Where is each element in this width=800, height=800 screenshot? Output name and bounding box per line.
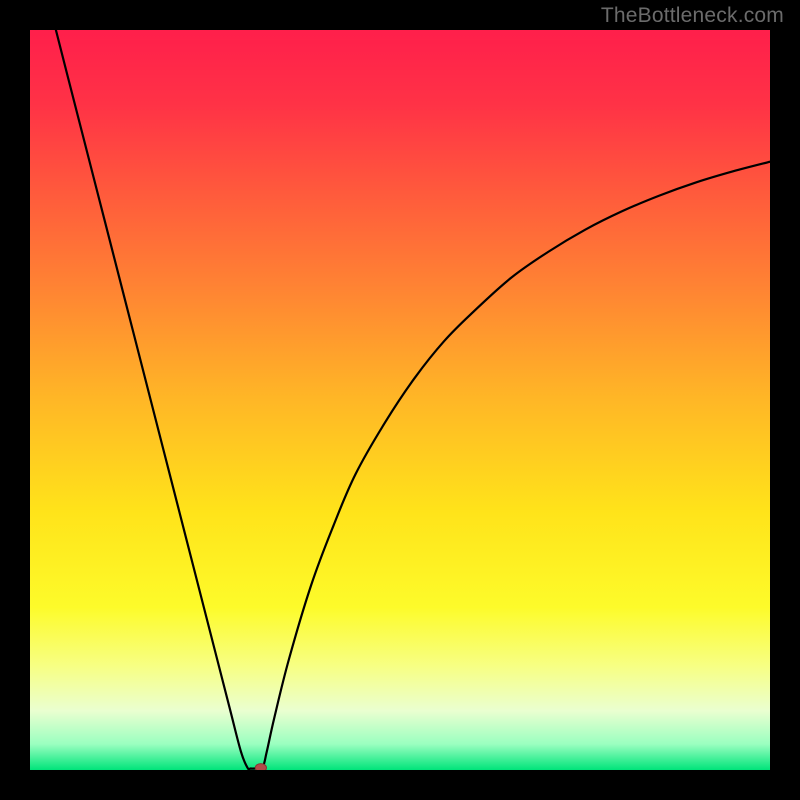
plot-area xyxy=(30,30,770,770)
chart-svg xyxy=(30,30,770,770)
watermark-text: TheBottleneck.com xyxy=(601,4,784,28)
minimum-marker xyxy=(255,764,266,770)
outer-frame: TheBottleneck.com xyxy=(0,0,800,800)
